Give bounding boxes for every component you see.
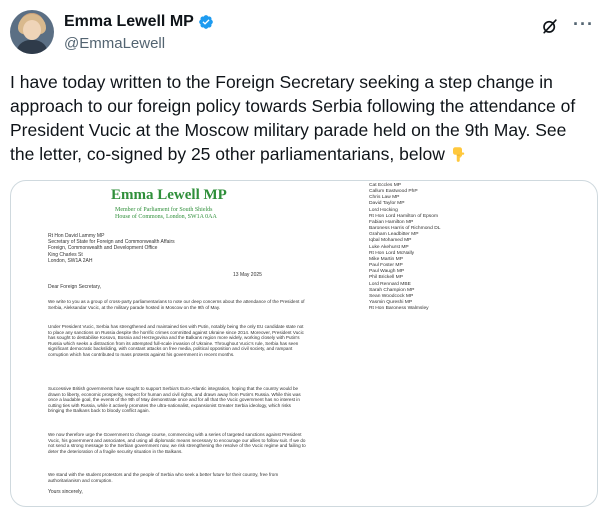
letter-signoff: Yours sincerely,: [48, 489, 83, 495]
tweet-body: I have today written to the Foreign Secr…: [10, 72, 576, 164]
letter-paragraph: Successive British governments have soug…: [48, 386, 301, 414]
tweet-text: I have today written to the Foreign Secr…: [10, 70, 590, 166]
author-handle[interactable]: @EmmaLewell: [64, 35, 165, 52]
letterhead-title: Emma Lewell MP: [111, 187, 227, 203]
letterhead-line: House of Commons, London, SW1A 0AA: [115, 214, 217, 220]
verified-badge-icon: [198, 15, 213, 29]
author-name-row: Emma Lewell MP: [64, 13, 214, 31]
letter: Emma Lewell MP Member of Parliament for …: [11, 181, 597, 506]
more-options-icon[interactable]: ···: [573, 14, 594, 35]
letter-paragraph: Under President Vucic, Serbia has streng…: [48, 324, 304, 357]
author-name[interactable]: Emma Lewell MP: [64, 13, 194, 31]
tweet-header: Emma Lewell MP @EmmaLewell ···: [10, 10, 598, 56]
signatory: Rt Hon Baroness Walmsley: [369, 306, 429, 312]
letter-paragraph: We now therefore urge the Government to …: [48, 432, 306, 454]
recipient-block: Rt Hon David Lammy MP Secretary of State…: [48, 233, 248, 264]
letter-image[interactable]: Emma Lewell MP Member of Parliament for …: [10, 180, 598, 507]
grok-icon[interactable]: [540, 16, 560, 36]
letter-salutation: Dear Foreign Secretary,: [48, 284, 101, 290]
avatar[interactable]: [10, 10, 54, 54]
letterhead-line: Member of Parliament for South Shields: [115, 207, 213, 213]
letter-paragraph: We write to you as a group of cross-part…: [48, 299, 305, 310]
letter-date: 13 May 2025: [233, 272, 262, 278]
recipient-line: London, SW1A 2AH: [48, 257, 93, 264]
backhand-pointing-down-emoji: [452, 147, 464, 162]
letter-paragraph: We stand with the student protestors and…: [48, 472, 279, 483]
signatory-list: Cat Eccles MP Callum Eastwood PhP Chris …: [369, 183, 489, 312]
